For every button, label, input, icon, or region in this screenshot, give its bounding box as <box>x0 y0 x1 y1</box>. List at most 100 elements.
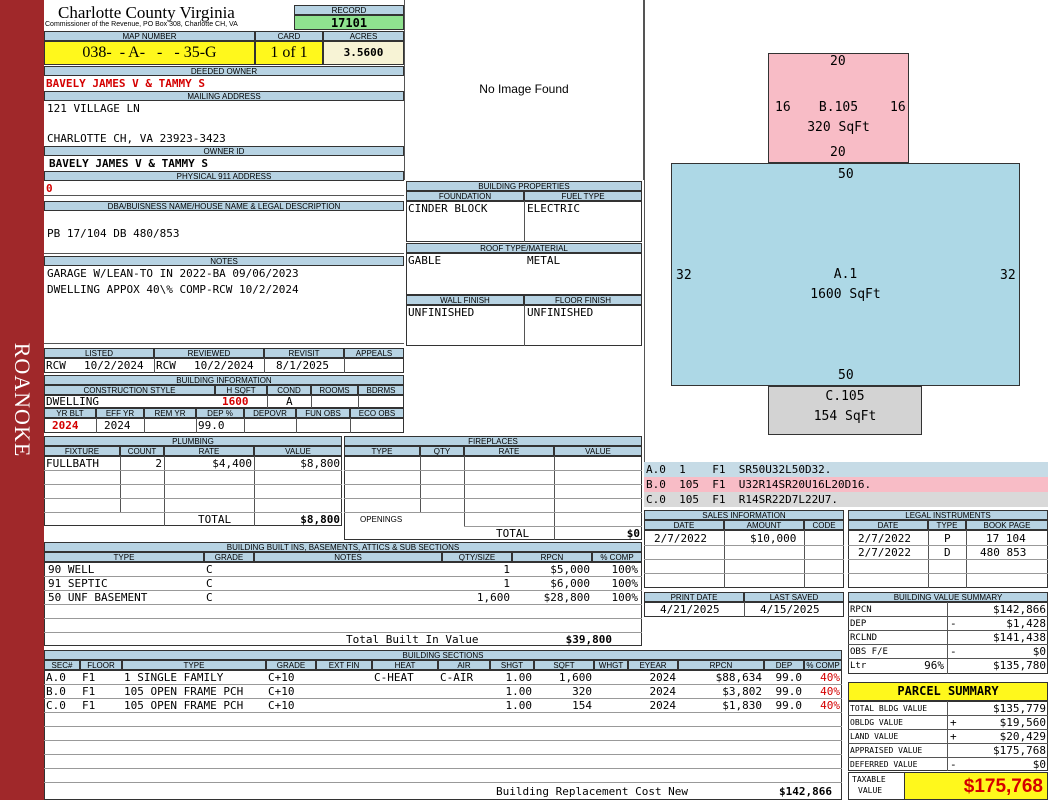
fireplace-total-label: TOTAL <box>496 527 530 540</box>
listed-label: LISTED <box>44 348 154 358</box>
section-eyear: 2024 <box>649 671 677 684</box>
sales-col-date: DATE <box>644 520 724 530</box>
value-summary-sign: 96% <box>924 659 944 672</box>
deeded-owner-label: DEEDED OWNER <box>44 66 404 76</box>
plumbing-col-fixture: FIXTURE <box>44 446 120 456</box>
owner-id: BAVELY JAMES V & TAMMY S <box>49 157 208 170</box>
section-sqft: 154 <box>572 699 592 712</box>
built-in-rpcn: $28,800 <box>543 591 590 604</box>
section-dep: 99.0 <box>775 699 803 712</box>
sections-label: BUILDING SECTIONS <box>44 650 842 660</box>
brcn-label: Building Replacement Cost New <box>496 785 689 798</box>
reviewed-label: REVIEWED <box>154 348 264 358</box>
card-label: CARD <box>255 31 323 41</box>
cond-label: COND <box>267 385 311 395</box>
plumbing-col-rate: RATE <box>164 446 254 456</box>
foundation-value: CINDER BLOCK <box>408 202 488 215</box>
value-summary-value: $1,428 <box>1006 617 1046 630</box>
remyr-label: REM YR <box>144 408 196 418</box>
built-ins-col-grade: GRADE <box>204 552 254 562</box>
yrblt-label: YR BLT <box>44 408 96 418</box>
mailing-line-1: 121 VILLAGE LN <box>47 102 140 115</box>
built-in-qty: 1 <box>503 577 510 590</box>
value-summary-label-text: DEP <box>850 619 867 629</box>
parcel-summary-label-text: APPRAISED VALUE <box>850 746 923 755</box>
map-number-label: MAP NUMBER <box>44 31 255 41</box>
year-built: 2024 <box>52 419 79 432</box>
last-saved-date: 4/15/2025 <box>760 603 820 616</box>
side-banner-label: ROANOKE <box>10 342 35 458</box>
brcn-value: $142,866 <box>779 785 832 798</box>
reviewed-by: RCW <box>156 359 176 372</box>
value-summary-label-text: RPCN <box>850 605 872 615</box>
sections-col-floor: FLOOR <box>80 660 122 670</box>
sales-amount: $10,000 <box>750 532 797 545</box>
section-heat: C-HEAT <box>374 671 414 684</box>
section-shgt: 1.00 <box>505 671 533 684</box>
built-ins-col-type: TYPE <box>44 552 204 562</box>
plumbing-total-label: TOTAL <box>198 513 232 526</box>
fireplace-total: $0 <box>626 527 640 540</box>
section-floor: F1 <box>82 699 96 712</box>
sketch-c-sqft: 154 SqFt <box>813 409 877 424</box>
depreciation-pct: 99.0 <box>198 419 225 432</box>
roof-box <box>406 253 642 295</box>
sections-col-rpcn: RPCN <box>678 660 764 670</box>
section-air: C-AIR <box>440 671 474 684</box>
value-summary-value: $142,866 <box>993 603 1046 616</box>
dep-label: DEP % <box>196 408 244 418</box>
roof-material: METAL <box>527 254 561 267</box>
fireplace-col-type: TYPE <box>344 446 420 456</box>
print-date-label: PRINT DATE <box>644 592 744 602</box>
sales-date: 2/7/2022 <box>654 532 707 545</box>
built-in-type: 90 WELL <box>48 563 95 576</box>
record-label: RECORD <box>294 5 404 15</box>
county-title: Charlotte County Virginia <box>58 3 235 22</box>
section-comp: 40% <box>820 685 840 698</box>
section-type: 105 OPEN FRAME PCH <box>124 699 244 712</box>
notes-line-2: DWELLING APPOX 40\% COMP-RCW 10/2/2024 <box>47 283 299 296</box>
photo-placeholder: No Image Found <box>479 82 569 96</box>
sections-col-whgt: WHGT <box>594 660 628 670</box>
sketch-legend-c-text: C.0 105 F1 R14SR22D7L22U7. <box>646 493 839 506</box>
taxable-value-label-1: TAXABLE <box>852 775 886 784</box>
ecoobs-label: ECO OBS <box>350 408 404 418</box>
legal-date: 2/7/2022 <box>858 546 911 559</box>
parcel-summary-value: $20,429 <box>999 730 1046 743</box>
value-summary-label-text: Ltr <box>850 661 867 671</box>
wall-finish: UNFINISHED <box>408 306 475 319</box>
taxable-value: $175,768 <box>904 772 1048 800</box>
sections-col-sec: SEC# <box>44 660 80 670</box>
section-comp: 40% <box>820 671 840 684</box>
built-ins-label: BUILDING BUILT INS, BASEMENTS, ATTICS & … <box>44 542 642 552</box>
reviewed-date: 10/2/2024 <box>194 359 254 372</box>
parcel-summary-label-text: DEFERRED VALUE <box>850 760 918 769</box>
built-in-type: 50 UNF BASEMENT <box>48 591 148 604</box>
built-in-grade: C <box>206 563 213 576</box>
sketch-a-label: A.1 <box>833 267 858 282</box>
built-in-comp: 100% <box>611 577 639 590</box>
value-summary-label: BUILDING VALUE SUMMARY <box>848 592 1048 602</box>
section-shgt: 1.00 <box>505 699 533 712</box>
legal-type: D <box>944 546 951 559</box>
sections-col-comp: % COMP <box>804 660 842 670</box>
built-in-rpcn: $6,000 <box>550 577 590 590</box>
legal-instruments-label: LEGAL INSTRUMENTS <box>848 510 1048 520</box>
parcel-summary-value: $0 <box>1032 758 1046 771</box>
card-number: 1 of 1 <box>255 41 323 65</box>
hsqft-value: 1600 <box>222 395 249 408</box>
legal-date: 2/7/2022 <box>858 532 911 545</box>
sales-label: SALES INFORMATION <box>644 510 844 520</box>
fuel-type-label: FUEL TYPE <box>524 191 642 201</box>
sketch-b-sqft: 320 SqFt <box>807 120 870 135</box>
plumbing-rate: $4,400 <box>212 457 252 470</box>
construction-style-label: CONSTRUCTION STYLE <box>44 385 215 395</box>
notes-label: NOTES <box>44 256 404 266</box>
fuel-type-value: ELECTRIC <box>527 202 580 215</box>
fireplaces-label: FIREPLACES <box>344 436 642 446</box>
value-summary-label-text: OBS F/E <box>850 647 888 657</box>
section-dep: 99.0 <box>775 671 803 684</box>
cond-value: A <box>286 395 293 408</box>
deeded-owner: BAVELY JAMES V & TAMMY S <box>46 77 205 90</box>
building-properties-label: BUILDING PROPERTIES <box>406 181 642 191</box>
